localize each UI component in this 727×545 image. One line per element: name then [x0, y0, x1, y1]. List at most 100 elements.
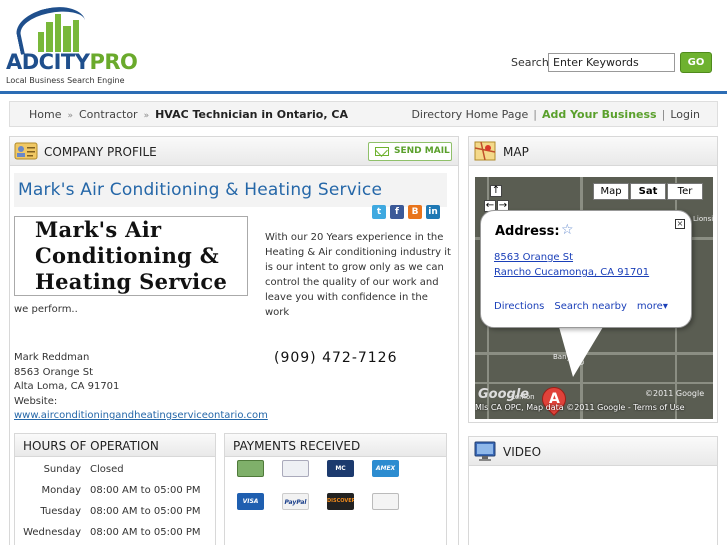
map-panel: MAP Banyan Carnelian St Lemon Lionside M… [468, 136, 718, 423]
map-copyright-top: ©2011 Google [645, 389, 705, 398]
website-link[interactable]: www.airconditioningandheatingserviceonta… [14, 410, 268, 421]
send-mail-label: SEND MAIL [394, 146, 450, 156]
add-business-link[interactable]: Add Your Business [542, 108, 657, 121]
breadcrumb-bar: Home » Contractor » HVAC Technician in Ontar… [9, 101, 718, 127]
payments-title: PAYMENTS RECEIVED [233, 439, 361, 453]
hours-day: Sunday [43, 464, 81, 475]
map-type-satellite-button[interactable]: Sat [630, 183, 666, 200]
search-input[interactable] [548, 53, 675, 72]
map-attribution[interactable]: Mls CA OPC, Map data ©2011 Google - Term… [475, 403, 713, 412]
link-separator: | [661, 108, 666, 121]
info-window-title: Address: [495, 224, 560, 239]
close-icon[interactable]: × [675, 219, 685, 229]
star-icon[interactable]: ☆ [561, 222, 574, 238]
google-logo: Google [478, 387, 530, 402]
monitor-icon [474, 441, 496, 461]
hours-row: Tuesday 08:00 AM to 05:00 PM [15, 502, 217, 523]
profile-card-icon [14, 142, 38, 160]
hours-day: Monday [41, 485, 81, 496]
website-label: Website: [14, 395, 58, 407]
send-mail-button[interactable]: SEND MAIL [368, 142, 452, 161]
directions-link[interactable]: Directions [494, 301, 544, 312]
breadcrumb-separator: » [143, 111, 150, 121]
site-logo[interactable]: ADCITYPRO Local Business Search Engine [4, 1, 138, 88]
info-window-address-line1[interactable]: 8563 Orange St [494, 252, 573, 263]
hours-title: HOURS OF OPERATION [23, 439, 159, 453]
header-divider [0, 91, 727, 94]
map-icon [474, 141, 496, 161]
login-link[interactable]: Login [670, 108, 700, 121]
map-view[interactable]: Banyan Carnelian St Lemon Lionside Map S… [475, 177, 713, 419]
facebook-icon[interactable]: f [390, 205, 404, 219]
payments-header: PAYMENTS RECEIVED [225, 434, 446, 457]
business-name-heading: Mark's Air Conditioning & Heating Servic… [18, 180, 383, 200]
top-links: Directory Home Page | Add Your Business | Lo… [411, 108, 700, 121]
info-window-tail [559, 327, 603, 377]
logo-city-icon [38, 14, 84, 52]
business-logo-image: Mark's Air Conditioning & Heating Servic… [14, 216, 248, 296]
map-title: MAP [503, 145, 529, 159]
payments-panel: PAYMENTS RECEIVED MC AMEX VISA PayPal DI… [224, 433, 447, 545]
search-go-button[interactable]: GO [680, 52, 712, 73]
contact-address-line1: 8563 Orange St [14, 366, 94, 378]
map-street-label: Lionside [693, 215, 713, 223]
business-description: With our 20 Years experience in the Heat… [265, 232, 451, 318]
contact-details: Mark Reddman 8563 Orange St Alta Loma, C… [14, 351, 268, 424]
logo-wordmark: ADCITYPRO [6, 50, 138, 74]
breadcrumb-separator: » [67, 111, 73, 121]
link-separator: | [533, 108, 537, 121]
info-window-address-line2[interactable]: Rancho Cucamonga, CA 91701 [494, 267, 649, 278]
cash-icon [237, 460, 264, 477]
amex-icon: AMEX [372, 460, 399, 477]
video-title: VIDEO [503, 445, 542, 459]
blogger-icon[interactable]: B [408, 205, 422, 219]
hours-header: HOURS OF OPERATION [15, 434, 215, 457]
more-link[interactable]: more▾ [637, 301, 668, 312]
hours-row: Monday 08:00 AM to 05:00 PM [15, 481, 217, 502]
map-road [475, 382, 713, 384]
breadcrumb-current: HVAC Technician in Ontario, CA [155, 108, 348, 121]
map-type-map-button[interactable]: Map [593, 183, 629, 200]
hours-time: 08:00 AM to 05:00 PM [90, 506, 201, 517]
linkedin-icon[interactable]: in [426, 205, 440, 219]
breadcrumb-contractor-link[interactable]: Contractor [79, 108, 138, 121]
discover-icon: DISCOVER [327, 493, 354, 510]
map-info-window: Address: ☆ × 8563 Orange St Rancho Cucam… [480, 210, 692, 328]
generic-card-icon [372, 493, 399, 510]
breadcrumb-home-link[interactable]: Home [29, 108, 61, 121]
pan-up-icon[interactable]: ↑ [490, 185, 502, 197]
contact-address-line2: Alta Loma, CA 91701 [14, 381, 120, 392]
video-header: VIDEO [469, 437, 717, 466]
directory-home-link[interactable]: Directory Home Page [411, 108, 528, 121]
video-panel: VIDEO [468, 436, 718, 545]
hours-time: 08:00 AM to 05:00 PM [90, 485, 201, 496]
paypal-icon: PayPal [282, 493, 309, 510]
company-profile-title: COMPANY PROFILE [44, 145, 157, 159]
hours-day: Tuesday [40, 506, 81, 517]
info-window-actions: Directions Search nearby more▾ [494, 301, 678, 312]
business-title-box: Mark's Air Conditioning & Heating Servic… [14, 173, 447, 207]
visa-icon: VISA [237, 493, 264, 510]
phone-number: (909) 472-7126 [274, 350, 398, 366]
business-description-tail: we perform.. [14, 304, 78, 315]
envelope-icon [375, 147, 389, 156]
site-header: ADCITYPRO Local Business Search Engine S… [0, 0, 727, 92]
hours-time: Closed [90, 464, 124, 475]
logo-tagline: Local Business Search Engine [6, 76, 125, 85]
twitter-icon[interactable]: t [372, 205, 386, 219]
mastercard-icon: MC [327, 460, 354, 477]
map-type-terrain-button[interactable]: Ter [667, 183, 703, 200]
hours-row: Wednesday 08:00 AM to 05:00 PM [15, 523, 217, 544]
hours-time: 08:00 AM to 05:00 PM [90, 527, 201, 538]
search-nearby-link[interactable]: Search nearby [554, 301, 627, 312]
business-logo-text: Mark's Air Conditioning & Heating Servic… [35, 217, 228, 294]
map-header: MAP [469, 137, 717, 166]
company-profile-header: COMPANY PROFILE SEND MAIL [10, 137, 458, 166]
hours-row: Sunday Closed [15, 460, 217, 481]
hours-day: Wednesday [23, 527, 81, 538]
search-label: Search [511, 56, 549, 69]
company-profile-panel: COMPANY PROFILE SEND MAIL Mark's Air Con… [9, 136, 459, 545]
breadcrumb: Home » Contractor » HVAC Technician in Ontar… [29, 108, 348, 121]
check-icon [282, 460, 309, 477]
contact-name: Mark Reddman [14, 352, 90, 363]
